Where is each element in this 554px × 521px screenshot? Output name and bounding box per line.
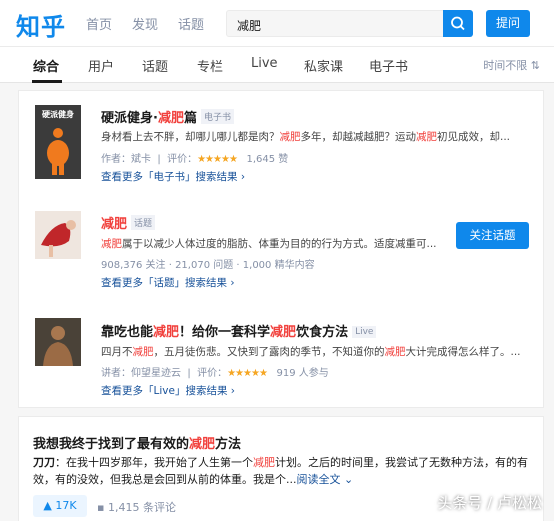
star-rating-icon: ★★★★★: [227, 368, 268, 379]
time-filter-dropdown[interactable]: 时间不限 ⇅: [483, 57, 540, 73]
live-meta: 讲者：仰望星迹云 | 评价：★★★★★ 919 人参与: [101, 368, 329, 379]
rating-label: 评价：: [197, 368, 228, 379]
ebook-title[interactable]: 硬派健身·减肥篇 电子书: [101, 107, 234, 126]
ebook-meta: 作者：斌卡 | 评价：★★★★★ 1,645 赞: [101, 154, 289, 165]
topic-title[interactable]: 减肥 话题: [101, 213, 156, 232]
answer-title-part: 我想我终于找到了最有效的: [33, 437, 190, 452]
live-title[interactable]: 靠吃也能减肥！给你一套科学减肥饮食方法 Live: [101, 321, 377, 340]
tab-users[interactable]: 用户: [88, 56, 114, 75]
live-speaker: 讲者：仰望星迹云: [101, 368, 181, 379]
answer-title-part: 方法: [215, 437, 242, 452]
desc-part: 大计完成得怎么样了。...: [405, 346, 521, 358]
live-tag: Live: [352, 326, 377, 338]
rating-label: 评价：: [167, 154, 198, 165]
live-title-highlight: 减肥: [270, 325, 297, 340]
read-more-link[interactable]: 阅读全文 ⌄: [297, 473, 354, 486]
live-title-part: ！给你一套科学: [179, 325, 271, 340]
search-input[interactable]: 减肥: [226, 10, 444, 37]
answer-excerpt-line-2: 效，有的没效，但我总是会回到从前的体重。我是个...阅读全文 ⌄: [33, 471, 353, 487]
live-participants: 919 人参与: [276, 368, 329, 379]
follow-topic-button[interactable]: 关注话题: [456, 222, 529, 249]
topic-image[interactable]: [35, 211, 81, 259]
zhihu-logo[interactable]: 知乎: [16, 7, 66, 42]
ebook-title-part: 硬派健身·: [101, 111, 158, 126]
tab-columns[interactable]: 专栏: [197, 56, 223, 75]
excerpt-part: 计划。之后的时间里，我尝试了无数种方法，有的有: [275, 456, 528, 469]
desc-highlight: 减肥: [279, 131, 301, 143]
topic-more-link[interactable]: 查看更多「话题」搜索结果 ›: [101, 275, 235, 290]
nav-topics[interactable]: 话题: [178, 14, 204, 33]
excerpt-part: ：在我十四岁那年，我开始了人生第一个: [55, 456, 253, 469]
desc-part: 身材看上去不胖，却哪儿哪儿都是肉？: [101, 131, 280, 143]
tab-private-course[interactable]: 私家课: [304, 56, 343, 75]
nav-explore[interactable]: 发现: [132, 14, 158, 33]
time-filter-label: 时间不限: [483, 59, 528, 72]
topic-description: 减肥属于以减少人体过度的脂肪、体重为目的的行为方式。适度减重可...: [101, 236, 446, 251]
ebook-author: 作者：斌卡: [101, 154, 151, 165]
live-title-part: 饮食方法: [296, 325, 349, 340]
sort-arrows-icon: ⇅: [530, 59, 540, 72]
ebook-cover[interactable]: 硬派健身: [35, 105, 81, 179]
ebook-tag: 电子书: [200, 109, 234, 124]
tab-live[interactable]: Live: [251, 56, 278, 71]
desc-part: ，五月徒伤悲。又快到了露肉的季节，不知道你的: [153, 346, 385, 358]
live-description: 四月不减肥，五月徒伤悲。又快到了露肉的季节，不知道你的减肥大计完成得怎么样了。.…: [101, 344, 531, 359]
body-figure-icon: [47, 128, 69, 175]
tab-all[interactable]: 综合: [33, 56, 59, 75]
search-button[interactable]: [443, 10, 473, 37]
topic-stats: 908,376 关注 · 21,070 问题 · 1,000 精华内容: [101, 260, 315, 271]
tab-topics[interactable]: 话题: [142, 56, 168, 75]
desc-part: 初见成效，却...: [437, 131, 511, 143]
answer-title-highlight: 减肥: [189, 437, 216, 452]
search-type-tabs: 综合 用户 话题 专栏 Live 私家课 电子书 时间不限 ⇅: [0, 46, 554, 83]
live-title-part: 靠吃也能: [101, 325, 154, 340]
desc-highlight: 减肥: [101, 238, 122, 250]
nav-home[interactable]: 首页: [86, 14, 112, 33]
desc-part: 四月不: [101, 346, 133, 358]
ebook-description: 身材看上去不胖，却哪儿哪儿都是肉？减肥多年，却越减越肥？运动减肥初见成效，却..…: [101, 129, 531, 144]
live-title-highlight: 减肥: [153, 325, 180, 340]
search-icon: [451, 16, 465, 31]
topic-title-highlight: 减肥: [101, 217, 128, 232]
upvote-button[interactable]: ▲ 17K: [33, 495, 87, 517]
answer-author[interactable]: 刀刀: [33, 456, 55, 469]
live-more-link[interactable]: 查看更多「Live」搜索结果 ›: [101, 383, 235, 398]
star-rating-icon: ★★★★★: [197, 154, 238, 165]
excerpt-part: 效，有的没效，但我总是会回到从前的体重。我是个...: [33, 473, 297, 486]
ebook-likes: 1,645 赞: [246, 154, 289, 165]
desc-highlight: 减肥: [132, 346, 154, 358]
ebook-title-part: 篇: [183, 111, 197, 126]
ebook-title-highlight: 减肥: [157, 111, 184, 126]
top-navbar: 知乎 首页 发现 话题 减肥 提问: [0, 0, 554, 46]
special-results-card: 硬派健身 硬派健身·减肥篇 电子书 身材看上去不胖，却哪儿哪儿都是肉？减肥多年，却…: [18, 90, 544, 408]
answer-excerpt-line-1: 刀刀：在我十四岁那年，我开始了人生第一个减肥计划。之后的时间里，我尝试了无数种方…: [33, 454, 528, 470]
topic-photo-icon: [35, 211, 81, 259]
comments-button[interactable]: ▪ 1,415 条评论: [97, 499, 176, 515]
desc-highlight: 减肥: [384, 346, 406, 358]
topic-tag: 话题: [131, 215, 156, 230]
desc-part: 属于以减少人体过度的脂肪、体重为目的的行为方式。适度减重可...: [122, 238, 437, 250]
tab-ebooks[interactable]: 电子书: [369, 56, 408, 75]
desc-highlight: 减肥: [416, 131, 437, 143]
ask-question-button[interactable]: 提问: [486, 10, 530, 37]
watermark: 头条号 / 卢松松: [437, 494, 542, 512]
speaker-photo-icon: [35, 318, 81, 366]
ebook-more-link[interactable]: 查看更多「电子书」搜索结果 ›: [101, 169, 245, 184]
answer-title[interactable]: 我想我终于找到了最有效的减肥方法: [33, 433, 241, 452]
active-tab-indicator: [32, 80, 62, 83]
excerpt-highlight: 减肥: [253, 456, 275, 469]
live-speaker-avatar[interactable]: [35, 318, 81, 366]
desc-part: 多年，却越减越肥？运动: [300, 131, 417, 143]
